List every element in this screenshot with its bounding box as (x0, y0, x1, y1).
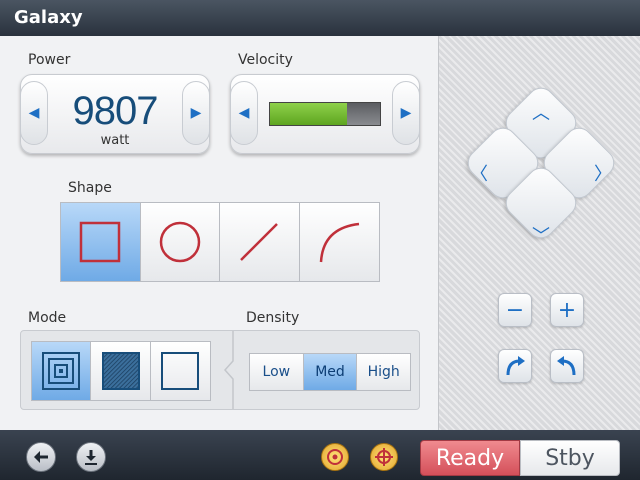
mode-density-panel: Low Med High (20, 330, 420, 410)
download-icon (85, 450, 97, 465)
density-low-button[interactable]: Low (250, 354, 304, 390)
ready-button[interactable]: Ready (420, 440, 520, 476)
square-icon (80, 221, 121, 263)
target-icon (327, 449, 343, 465)
rotate-ccw-button[interactable] (550, 349, 584, 383)
shape-label: Shape (68, 180, 112, 196)
chevron-right-icon: 〉 (594, 164, 612, 185)
density-high-button[interactable]: High (357, 354, 411, 390)
back-arrow-icon (34, 451, 48, 463)
shape-arc-button[interactable] (299, 203, 379, 281)
line-icon (240, 223, 279, 261)
crosshair-button[interactable] (370, 443, 398, 471)
shape-circle-button[interactable] (140, 203, 220, 281)
rotate-left-icon (557, 356, 576, 376)
velocity-increase-button[interactable]: ▶ (392, 81, 420, 145)
chevron-left-icon: ◀ (28, 105, 40, 121)
target-button[interactable] (321, 443, 349, 471)
standby-button[interactable]: Stby (520, 440, 620, 476)
rotate-cw-button[interactable] (498, 349, 532, 383)
velocity-decrease-button[interactable]: ◀ (230, 81, 258, 145)
power-value: 9807 (72, 89, 159, 133)
density-selector: Low Med High (249, 353, 411, 391)
app-title: Galaxy (14, 7, 83, 28)
velocity-control: ◀ ▶ (230, 74, 420, 154)
zoom-in-button[interactable]: + (550, 293, 584, 327)
title-bar: Galaxy (0, 0, 640, 36)
back-button[interactable] (26, 442, 56, 472)
download-button[interactable] (76, 442, 106, 472)
shape-square-button[interactable] (61, 203, 141, 281)
chevron-left-icon: ◀ (238, 105, 250, 121)
minus-icon: − (505, 297, 525, 323)
power-control: ◀ 9807 watt ▶ (20, 74, 210, 154)
power-unit: watt (100, 133, 130, 148)
concentric-squares-icon (42, 352, 81, 390)
zoom-out-button[interactable]: − (498, 293, 532, 327)
velocity-bar-fill (270, 103, 347, 125)
empty-square-icon (161, 352, 200, 390)
rotate-right-icon (506, 356, 525, 376)
mode-hatched-button[interactable] (91, 342, 151, 400)
chevron-right-icon: ▶ (190, 105, 202, 121)
side-panel: ︿ 〈 〉 ﹀ − + (438, 36, 640, 430)
velocity-label: Velocity (238, 52, 293, 68)
power-decrease-button[interactable]: ◀ (20, 81, 48, 145)
power-label: Power (28, 52, 71, 68)
mode-empty-button[interactable] (150, 342, 211, 400)
chevron-up-icon: ︿ (532, 103, 550, 124)
power-increase-button[interactable]: ▶ (182, 81, 210, 145)
chevron-right-icon: ▶ (400, 105, 412, 121)
mode-label: Mode (28, 310, 67, 326)
mode-selector (31, 341, 211, 401)
shape-selector (60, 202, 380, 282)
arc-icon (320, 222, 360, 263)
plus-icon: + (557, 297, 577, 323)
velocity-bar[interactable] (269, 102, 381, 126)
shape-line-button[interactable] (220, 203, 300, 281)
mode-concentric-button[interactable] (32, 342, 92, 400)
main-panel: Power ◀ 9807 watt ▶ Velocity ◀ ▶ Shape M… (0, 36, 438, 430)
density-label: Density (246, 310, 300, 326)
circle-icon (159, 221, 200, 263)
crosshair-icon (375, 448, 393, 466)
chevron-down-icon: ﹀ (532, 226, 550, 247)
chevron-left-icon: 〈 (470, 164, 488, 185)
hatched-square-icon (101, 352, 140, 390)
density-med-button[interactable]: Med (303, 354, 358, 390)
panel-divider (223, 331, 234, 409)
